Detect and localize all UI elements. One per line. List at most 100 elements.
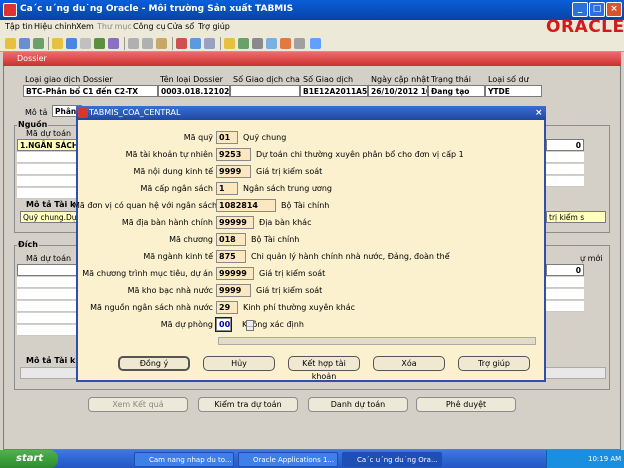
- so-gd-cha-field[interactable]: [230, 85, 300, 97]
- label-so-gd-cha: Số Giao dịch cha: [233, 75, 300, 84]
- task-cac-ung-dung[interactable]: Ca´c u´ng du˙ng Ora...: [342, 452, 442, 467]
- coa-description: Kinh phí thường xuyên khác: [243, 303, 356, 312]
- clear-icon[interactable]: [190, 38, 201, 49]
- coa-value-field[interactable]: 9999: [216, 284, 251, 297]
- ket-hop-tai-khoan-button[interactable]: Kết hợp tài khoản: [288, 356, 360, 381]
- copy-icon[interactable]: [142, 38, 153, 49]
- table-row[interactable]: [17, 277, 79, 288]
- nguon-row1-field[interactable]: 1.NGÂN SÁCH: [17, 139, 79, 151]
- translate-icon[interactable]: [108, 38, 119, 49]
- menu-tools[interactable]: Công cụ: [133, 22, 166, 31]
- dich-amount-field[interactable]: 0: [546, 264, 584, 276]
- loai-giao-dich-field[interactable]: BTC-Phân bổ C1 đến C2-TX: [23, 85, 158, 97]
- cut-icon[interactable]: [128, 38, 139, 49]
- menu-window[interactable]: Cửa sổ: [167, 22, 194, 31]
- start-button[interactable]: start: [0, 450, 58, 468]
- zoom-icon[interactable]: [80, 38, 91, 49]
- dong-y-button[interactable]: Đồng ý: [118, 356, 190, 371]
- print-icon[interactable]: [33, 38, 44, 49]
- table-row[interactable]: [546, 301, 584, 312]
- attach-icon[interactable]: [204, 38, 215, 49]
- folder-icon[interactable]: [52, 38, 63, 49]
- huy-button[interactable]: Hủy: [203, 356, 275, 371]
- menu-view[interactable]: Xem: [76, 22, 94, 31]
- dialog-close-icon[interactable]: ×: [535, 108, 545, 118]
- table-row[interactable]: [17, 176, 79, 187]
- menu-help[interactable]: Trợ giúp: [198, 22, 230, 31]
- help-icon[interactable]: [310, 38, 321, 49]
- tri-kiem-field[interactable]: trị kiểm s: [546, 211, 606, 223]
- nguon-amount-field[interactable]: 0: [546, 139, 584, 151]
- delete-icon[interactable]: [176, 38, 187, 49]
- xem-ket-qua-button[interactable]: Xem Kết quả: [88, 397, 188, 412]
- coa-description: Giá trị kiểm soát: [259, 269, 326, 278]
- table-row[interactable]: [17, 152, 79, 163]
- record-icon[interactable]: [280, 38, 291, 49]
- nav-icon[interactable]: [66, 38, 77, 49]
- close-button[interactable]: ×: [606, 2, 622, 17]
- dich-label: Đích: [17, 240, 39, 249]
- folder2-icon[interactable]: [224, 38, 235, 49]
- table-row[interactable]: [546, 176, 584, 187]
- coa-label: Mã địa bàn hành chính: [121, 218, 213, 227]
- maximize-button[interactable]: □: [589, 2, 605, 17]
- table-row[interactable]: [546, 289, 584, 300]
- settings-icon[interactable]: [294, 38, 305, 49]
- ngay-cap-nhat-field[interactable]: 26/10/2012 10:0: [368, 85, 428, 97]
- tool-icon[interactable]: [252, 38, 263, 49]
- loai-so-du-field[interactable]: YTDE: [485, 85, 542, 97]
- minimize-button[interactable]: _: [572, 2, 588, 17]
- table-row[interactable]: [17, 301, 79, 312]
- menu-file[interactable]: Tập tin: [5, 22, 33, 31]
- so-gd-field[interactable]: B1E12A2011A52: [300, 85, 368, 97]
- coa-value-field[interactable]: 9999: [216, 165, 251, 178]
- save-icon[interactable]: [19, 38, 30, 49]
- label-du-moi: ự mới: [580, 254, 603, 263]
- find-icon[interactable]: [94, 38, 105, 49]
- coa-value-field[interactable]: 875: [216, 250, 246, 263]
- tro-giup-button[interactable]: Trợ giúp: [458, 356, 530, 371]
- dossier-title: Dossier: [17, 54, 47, 63]
- toolbar: [0, 35, 624, 52]
- coa-value-field[interactable]: 1: [216, 182, 238, 195]
- coa-value-field[interactable]: 1082814: [216, 199, 276, 212]
- table-row[interactable]: [17, 188, 79, 199]
- table-row[interactable]: [17, 164, 79, 175]
- dich-row1-field[interactable]: [17, 264, 79, 276]
- coa-value-field[interactable]: 018: [216, 233, 246, 246]
- table-row[interactable]: [546, 164, 584, 175]
- task-oracle-apps[interactable]: Oracle Applications 1...: [238, 452, 338, 467]
- label-loai-giao-dich: Loại giao dịch Dossier: [25, 75, 113, 84]
- phe-duyet-button[interactable]: Phê duyệt: [416, 397, 516, 412]
- dialog-scrollbar[interactable]: [218, 337, 536, 345]
- window-icon[interactable]: [266, 38, 277, 49]
- coa-value-field[interactable]: 99999: [216, 267, 254, 280]
- xoa-button[interactable]: Xóa: [373, 356, 445, 371]
- mo-ta-tk-field[interactable]: Quỹ chung.Dự: [20, 211, 80, 223]
- table-row[interactable]: [546, 152, 584, 163]
- new-icon[interactable]: [5, 38, 16, 49]
- danh-du-toan-button[interactable]: Danh dự toán: [308, 397, 408, 412]
- table-row[interactable]: [17, 313, 79, 324]
- paste-icon[interactable]: [156, 38, 167, 49]
- table-row[interactable]: [17, 325, 79, 336]
- trang-thai-field[interactable]: Đang tạo: [428, 85, 485, 97]
- kiem-tra-du-toan-button[interactable]: Kiểm tra dự toán: [198, 397, 298, 412]
- edit-icon[interactable]: [238, 38, 249, 49]
- ten-loai-field[interactable]: 0003.018.121026.k: [158, 85, 230, 97]
- menu-folder[interactable]: Thư mục: [97, 22, 132, 31]
- coa-label: Mã tài khoản tự nhiên: [125, 150, 213, 159]
- coa-value-field[interactable]: 99999: [216, 216, 254, 229]
- table-row[interactable]: [17, 289, 79, 300]
- coa-value-field[interactable]: 29: [216, 301, 238, 314]
- coa-label: Mã chương: [169, 235, 213, 244]
- coa-description: Dự toán chi thường xuyên phân bổ cho đơn…: [256, 150, 464, 159]
- coa-value-field[interactable]: 01: [216, 131, 238, 144]
- coa-value-field[interactable]: 000: [215, 317, 232, 332]
- menu-edit[interactable]: Hiệu chỉnh: [34, 22, 77, 31]
- lov-button[interactable]: …: [246, 320, 254, 331]
- task-cam-nang[interactable]: Cam nang nhap du to...: [134, 452, 234, 467]
- coa-value-field[interactable]: 9253: [216, 148, 251, 161]
- table-row[interactable]: [546, 277, 584, 288]
- label-trang-thai: Trạng thái: [431, 75, 471, 84]
